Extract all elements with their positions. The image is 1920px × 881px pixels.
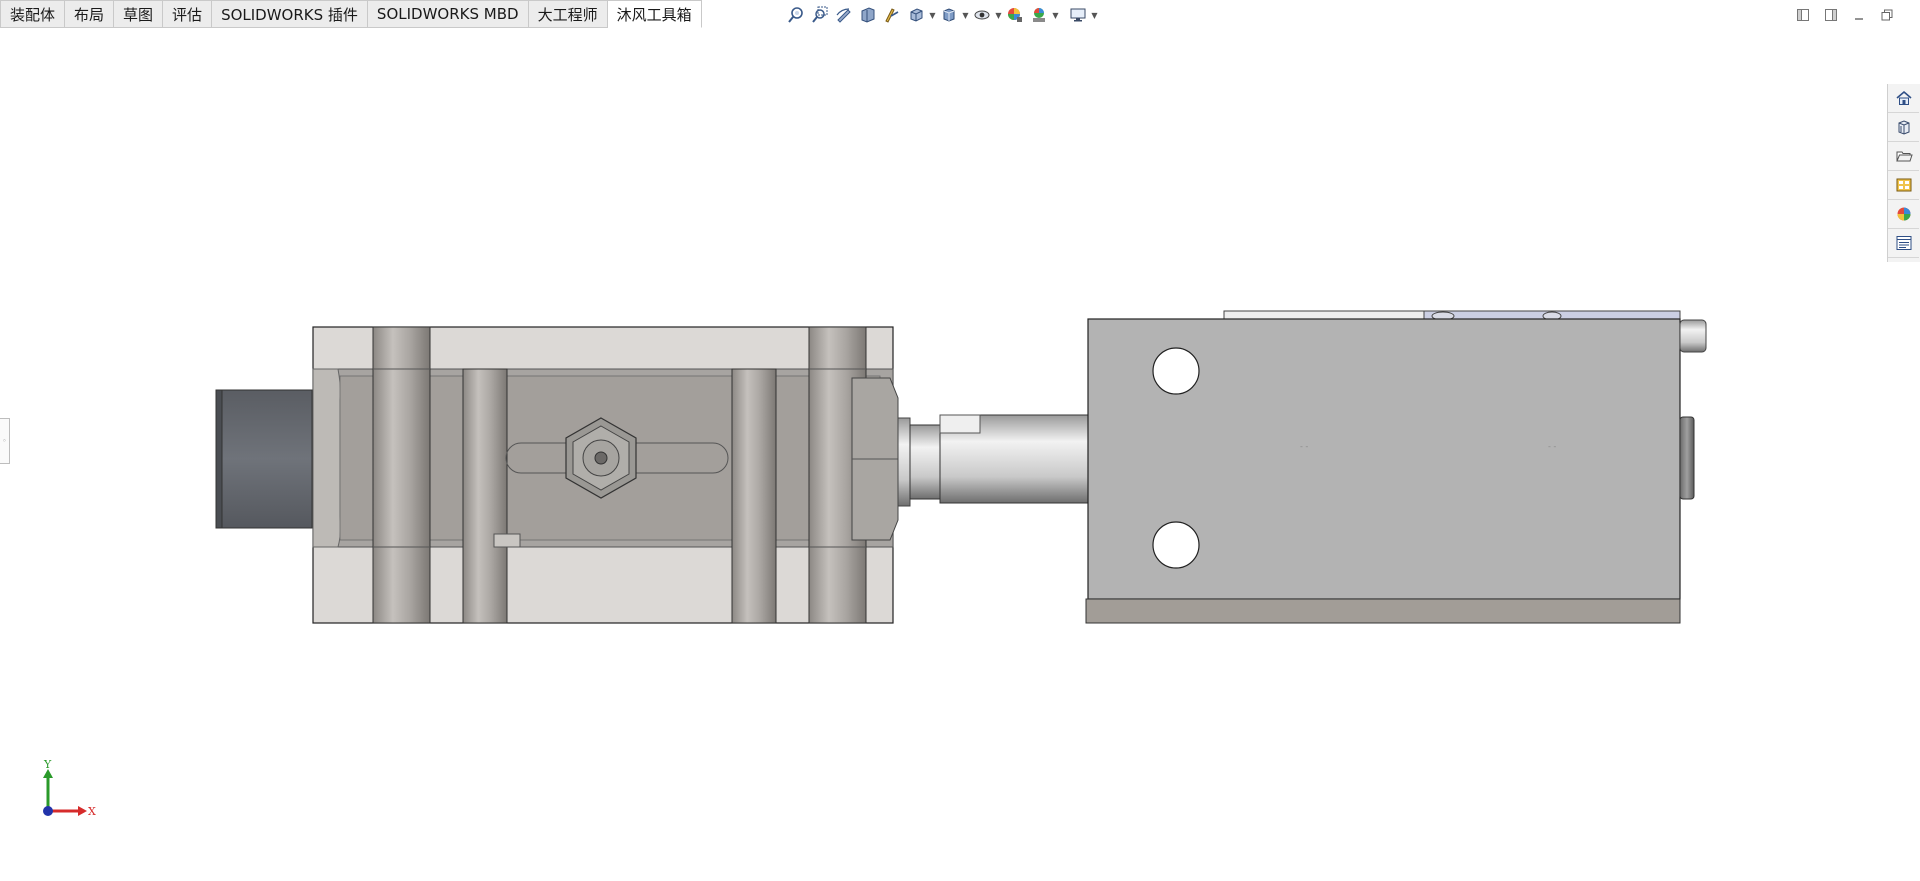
y-axis-label: Y [43,760,52,771]
clamp-block-assembly[interactable] [215,326,911,624]
piston-rod[interactable] [909,414,1089,504]
svg-text:- -: - - [1548,442,1556,451]
cylinder-body[interactable]: - - - - [1085,310,1707,624]
x-axis-arrow [78,806,87,816]
x-axis-label: X [88,805,96,818]
triad-origin [43,806,53,816]
graphics-area[interactable]: - - - - [0,0,1920,881]
reference-triad: Y X [43,760,96,818]
svg-text:- -: - - [1300,442,1308,451]
